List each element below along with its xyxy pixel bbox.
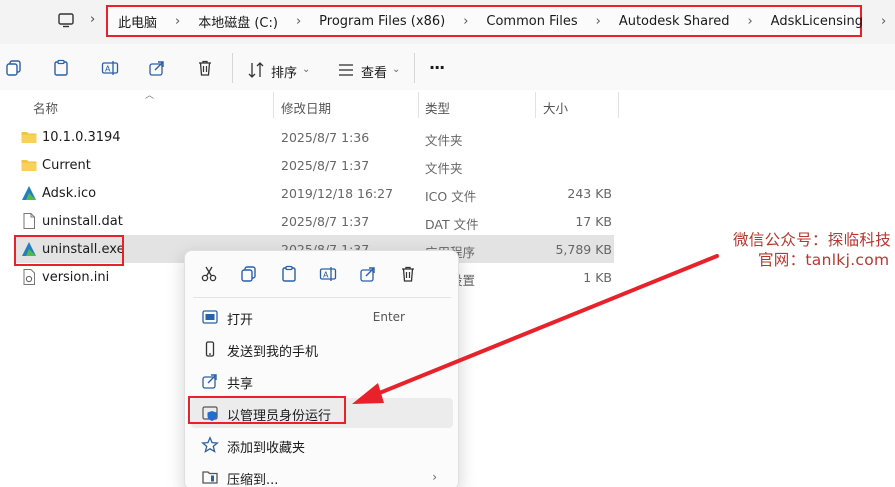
- paste-icon[interactable]: [280, 265, 298, 283]
- file-name[interactable]: Current: [42, 158, 91, 173]
- file-row[interactable]: Adsk.ico 2019/12/18 16:27 ICO 文件 243 KB: [14, 179, 614, 207]
- file-size: 5,789 KB: [555, 242, 612, 257]
- rename-icon[interactable]: A: [101, 59, 119, 77]
- more-options-button[interactable]: ···: [429, 58, 445, 77]
- file-modified: 2025/8/7 1:36: [281, 130, 370, 145]
- selected-file-highlight: [14, 235, 124, 266]
- open-icon: [202, 310, 218, 324]
- toolbar-divider: [232, 53, 233, 83]
- menu-item-add-to-favorites[interactable]: 添加到收藏夹: [191, 430, 453, 460]
- chevron-right-icon: ›: [432, 470, 437, 484]
- file-row[interactable]: 10.1.0.3194 2025/8/7 1:36 文件夹: [14, 123, 614, 151]
- rename-icon[interactable]: A: [319, 265, 337, 283]
- breadcrumb-segment-adsklicensing[interactable]: AdskLicensing: [771, 14, 863, 29]
- menu-item-label: 添加到收藏夹: [227, 441, 306, 456]
- sort-ascending-icon: ︿: [145, 91, 155, 101]
- breadcrumb-segment-autodesk-shared[interactable]: Autodesk Shared: [619, 14, 730, 29]
- file-size: 1 KB: [583, 270, 612, 285]
- file-type: ICO 文件: [425, 189, 477, 204]
- file-modified: 2019/12/18 16:27: [281, 186, 394, 201]
- chevron-right-icon[interactable]: ›: [296, 14, 301, 29]
- breadcrumb-segment-program-files[interactable]: Program Files (x86): [319, 14, 445, 29]
- file-modified: 2025/8/7 1:37: [281, 158, 370, 173]
- menu-divider: [193, 297, 451, 298]
- watermark-website: 官网：tanlkj.com: [758, 251, 890, 269]
- menu-item-label: 压缩到...: [227, 473, 279, 487]
- share-icon[interactable]: [148, 59, 166, 77]
- column-header-size[interactable]: 大小: [543, 98, 568, 117]
- delete-icon[interactable]: [196, 59, 214, 77]
- file-name[interactable]: 10.1.0.3194: [42, 130, 121, 145]
- context-menu: A 打开 Enter 发送到我的手机 共享 以管理员身份运行 添加到收藏夹 压缩…: [184, 250, 459, 487]
- copy-icon[interactable]: [240, 265, 258, 283]
- chevron-down-icon[interactable]: ⌄: [392, 64, 400, 75]
- breadcrumb-segment-common-files[interactable]: Common Files: [486, 14, 577, 29]
- share-icon: [202, 374, 217, 389]
- column-header-type[interactable]: 类型: [425, 98, 450, 117]
- view-button[interactable]: 查看: [361, 62, 387, 81]
- menu-item-label: 打开: [227, 313, 254, 328]
- folder-icon: [21, 132, 37, 143]
- chevron-right-icon[interactable]: ›: [596, 14, 601, 29]
- file-type: DAT 文件: [425, 217, 479, 232]
- view-icon[interactable]: [337, 61, 355, 79]
- chevron-right-icon[interactable]: ›: [175, 14, 180, 29]
- toolbar-divider: [414, 53, 415, 83]
- menu-item-label: 共享: [227, 377, 254, 392]
- file-row[interactable]: uninstall.dat 2025/8/7 1:37 DAT 文件 17 KB: [14, 207, 614, 235]
- svg-text:A: A: [105, 65, 111, 74]
- column-divider[interactable]: [418, 92, 419, 118]
- watermark-wechat: 微信公众号：探临科技: [733, 231, 892, 249]
- chevron-down-icon[interactable]: ⌄: [302, 64, 310, 75]
- file-name[interactable]: Adsk.ico: [42, 186, 96, 201]
- zip-icon: [202, 471, 218, 484]
- column-divider[interactable]: [618, 92, 619, 118]
- sort-icon[interactable]: [247, 61, 265, 79]
- chevron-right-icon[interactable]: ›: [90, 12, 95, 27]
- file-modified: 2025/8/7 1:37: [281, 214, 370, 229]
- star-icon: [201, 436, 219, 453]
- file-type: 文件夹: [425, 133, 463, 148]
- breadcrumb[interactable]: 此电脑 › 本地磁盘 (C:) › Program Files (x86) › …: [106, 5, 886, 37]
- svg-text:A: A: [323, 271, 329, 280]
- copy-icon[interactable]: [5, 59, 23, 77]
- menu-item-label: 发送到我的手机: [227, 345, 319, 360]
- chevron-right-icon[interactable]: ›: [747, 14, 752, 29]
- delete-icon[interactable]: [399, 265, 417, 283]
- file-icon: [23, 213, 35, 229]
- menu-item-send-to-phone[interactable]: 发送到我的手机: [191, 334, 453, 364]
- breadcrumb-segment-this-pc[interactable]: 此电脑: [118, 12, 157, 31]
- chevron-right-icon[interactable]: ›: [881, 14, 886, 29]
- share-icon[interactable]: [359, 265, 377, 283]
- chevron-right-icon[interactable]: ›: [463, 14, 468, 29]
- menu-item-open[interactable]: 打开 Enter: [191, 302, 453, 332]
- cut-icon[interactable]: [200, 265, 218, 283]
- column-divider[interactable]: [535, 92, 536, 118]
- folder-icon: [21, 160, 37, 171]
- menu-item-compress[interactable]: 压缩到... ›: [191, 462, 453, 487]
- file-size: 243 KB: [567, 186, 612, 201]
- file-name[interactable]: version.ini: [42, 270, 109, 285]
- ini-file-icon: [23, 269, 35, 285]
- breadcrumb-segment-local-disk[interactable]: 本地磁盘 (C:): [198, 12, 278, 31]
- file-size: 17 KB: [575, 214, 612, 229]
- column-divider[interactable]: [273, 92, 274, 118]
- column-header-modified[interactable]: 修改日期: [281, 98, 331, 117]
- column-header-name[interactable]: 名称: [33, 98, 58, 117]
- file-row[interactable]: Current 2025/8/7 1:37 文件夹: [14, 151, 614, 179]
- paste-icon[interactable]: [52, 59, 70, 77]
- menu-item-shortcut: Enter: [372, 310, 405, 324]
- computer-icon[interactable]: [57, 11, 75, 29]
- menu-item-share[interactable]: 共享: [191, 366, 453, 396]
- file-type: 文件夹: [425, 161, 463, 176]
- sort-button[interactable]: 排序: [271, 62, 297, 81]
- command-bar: A: [0, 44, 895, 90]
- autodesk-icon: [22, 186, 36, 200]
- run-as-admin-highlight: [188, 396, 346, 424]
- phone-icon: [205, 341, 215, 357]
- file-name[interactable]: uninstall.dat: [42, 214, 123, 229]
